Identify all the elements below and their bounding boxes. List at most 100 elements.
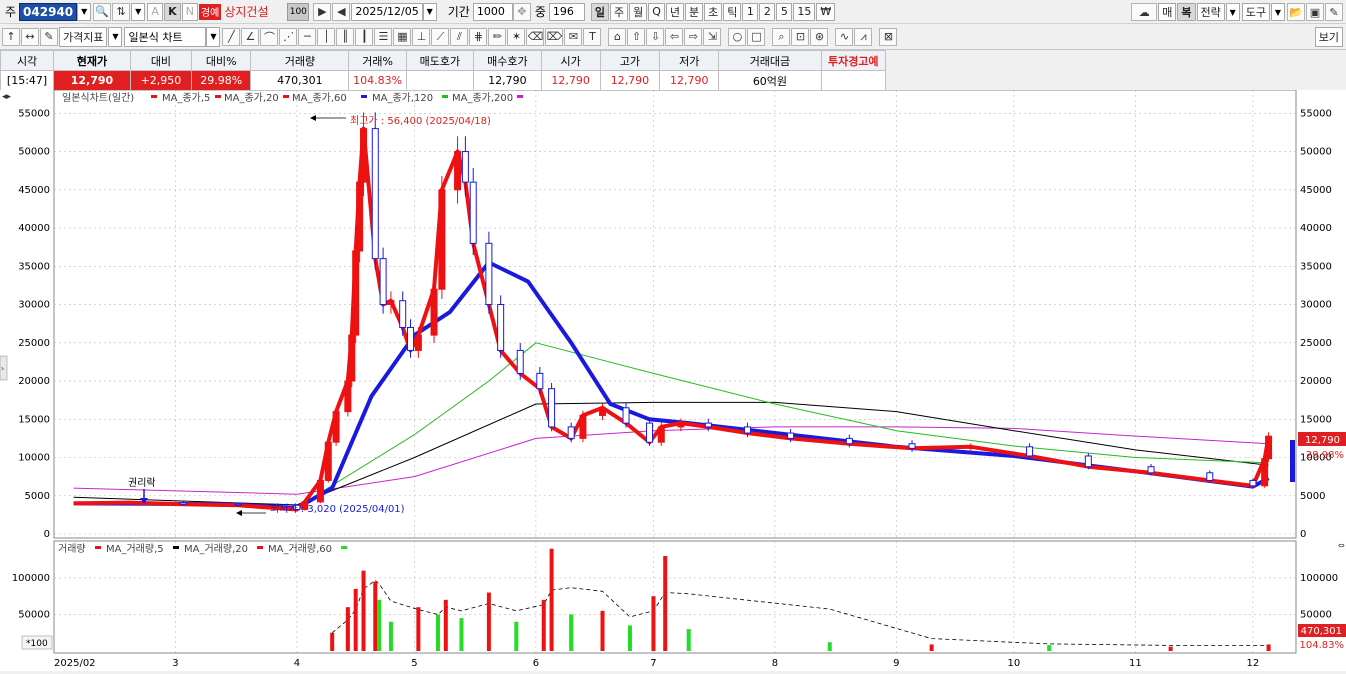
chart-area[interactable]: 55000 50000 45000 40000 35000 30000 25000 20000…	[0, 89, 1346, 671]
channel-tool-icon[interactable]: ⫽	[450, 27, 469, 46]
stock-chart[interactable]: 5500050000450004000035000300002500020000…	[0, 89, 1346, 671]
mid-input[interactable]: 196	[548, 2, 585, 21]
play-icon[interactable]: ▶	[313, 2, 332, 21]
mountain-icon[interactable]: ⩘	[854, 27, 873, 46]
sort-dropdown[interactable]: ▼	[131, 2, 146, 21]
indicator-dropdown[interactable]: ▼	[108, 26, 123, 47]
grid-tool-icon[interactable]: ▦	[393, 27, 412, 46]
strategy-button[interactable]: 전략	[1196, 3, 1225, 21]
buy-button[interactable]: 매	[1158, 3, 1177, 21]
pan-arrows-icon[interactable]: ◂▸	[2, 92, 12, 102]
save-icon[interactable]: ▣	[1306, 3, 1324, 21]
date-tick-label: 7	[650, 658, 656, 669]
tf-2-button[interactable]: 2	[759, 2, 776, 21]
arrow-left-icon[interactable]: ⇦	[665, 27, 684, 46]
date-input[interactable]: 2025/12/05	[351, 2, 423, 21]
left-scroll-icon[interactable]: ›	[1, 364, 4, 373]
zoom-icon[interactable]: ⌕	[772, 27, 791, 46]
arrow-up-icon[interactable]: ⇧	[627, 27, 646, 46]
candle-body	[497, 304, 505, 351]
wave-icon[interactable]: ∿	[835, 27, 854, 46]
hline-tool-icon[interactable]: ─	[298, 27, 317, 46]
price-tick-label: 35000	[1300, 261, 1332, 272]
chart-type-dropdown[interactable]: ▼	[206, 26, 221, 47]
chart-type-select[interactable]: 일본식 차트	[124, 26, 207, 47]
expand-icon[interactable]: ↔	[21, 27, 39, 46]
candle-body	[179, 502, 187, 505]
wrench-icon[interactable]: ✎	[1325, 3, 1343, 21]
panel-expand-icon[interactable]: ⇔	[1338, 541, 1345, 550]
volume-bar	[459, 618, 464, 651]
candle-body	[622, 407, 630, 424]
eraser-icon[interactable]: ⌫	[526, 27, 545, 46]
rect-tool-icon[interactable]: □	[747, 27, 766, 46]
cloud-icon[interactable]: ☁	[1131, 3, 1158, 21]
trend-tool-icon[interactable]: ⟋	[431, 27, 450, 46]
stock-code-input[interactable]: 042940	[19, 2, 78, 21]
tf-week-button[interactable]: 주	[610, 2, 629, 21]
tf-15-button[interactable]: 15	[793, 2, 816, 21]
search-icon[interactable]: 🔍	[93, 2, 112, 21]
up-arrow-icon[interactable]: ↑	[2, 27, 20, 46]
arrow-right-icon[interactable]: ⇨	[684, 27, 703, 46]
gann-tool-icon[interactable]: ⊥	[412, 27, 431, 46]
home-icon[interactable]: ⌂	[608, 27, 627, 46]
sort-icon[interactable]: ⇅	[112, 2, 131, 21]
fibo-time-icon[interactable]: ┃	[355, 27, 374, 46]
date-tick-label: 11	[1129, 658, 1142, 669]
edit-icon[interactable]: ✎	[40, 27, 58, 46]
parallel-tool-icon[interactable]: ⋕	[469, 27, 488, 46]
period-input[interactable]: 1000	[472, 2, 513, 21]
restore-button[interactable]: 복	[1177, 3, 1196, 21]
tf-day-button[interactable]: 일	[590, 2, 609, 21]
fibo-retrace-icon[interactable]: ☰	[374, 27, 393, 46]
crosshair-icon[interactable]: ✥	[512, 2, 531, 21]
a-button[interactable]: A	[147, 2, 164, 21]
tf-1-button[interactable]: 1	[742, 2, 759, 21]
target-icon[interactable]: ⊛	[810, 27, 829, 46]
tf-tick-button[interactable]: 틱	[723, 2, 742, 21]
eraser-all-icon[interactable]: ⌦	[545, 27, 564, 46]
pencil-icon[interactable]: ✏	[488, 27, 507, 46]
price-tick-label: 55000	[18, 108, 50, 119]
tools-button[interactable]: 도구	[1241, 3, 1270, 21]
current-price-tag: 12,790	[1305, 435, 1340, 446]
magic-icon[interactable]: ✶	[507, 27, 526, 46]
tf-month-button[interactable]: 월	[629, 2, 648, 21]
export-icon[interactable]: ⇲	[703, 27, 722, 46]
strategy-dropdown[interactable]: ▼	[1225, 3, 1240, 21]
arc-tool-icon[interactable]: ⌒	[260, 27, 279, 46]
cycle-tool-icon[interactable]: ║	[336, 27, 355, 46]
text-icon[interactable]: T	[583, 27, 602, 46]
tf-minute-button[interactable]: 분	[685, 2, 704, 21]
tools-dropdown[interactable]: ▼	[1271, 3, 1285, 21]
line-tool-icon[interactable]: ╱	[222, 27, 241, 46]
tf-5-button[interactable]: 5	[776, 2, 793, 21]
date-dropdown[interactable]: ▼	[422, 2, 437, 21]
tf-quarter-button[interactable]: Q	[648, 2, 665, 21]
currency-icon[interactable]: ₩	[816, 2, 836, 21]
settings-grid-icon[interactable]: ⊠	[879, 27, 898, 46]
indicator-button[interactable]: 가격지표	[59, 26, 108, 47]
fit-icon[interactable]: ⊡	[791, 27, 810, 46]
tf-year-button[interactable]: 년	[665, 2, 685, 21]
circle-tool-icon[interactable]: ○	[728, 27, 747, 46]
back-icon[interactable]: ◀	[332, 2, 351, 21]
view-button[interactable]: 보기	[1314, 27, 1343, 47]
angle-tool-icon[interactable]: ∠	[241, 27, 260, 46]
date-tick-label: 12	[1247, 658, 1260, 669]
tf-second-button[interactable]: 초	[704, 2, 723, 21]
stock-code-dropdown[interactable]: ▼	[77, 2, 92, 21]
quote-header-cell: 현재가	[53, 50, 131, 71]
folder-icon[interactable]: 📂	[1287, 3, 1305, 21]
note-icon[interactable]: ✉	[564, 27, 583, 46]
n-button[interactable]: N	[181, 2, 198, 21]
candle-body	[1147, 466, 1155, 474]
vline-tool-icon[interactable]: │	[317, 27, 336, 46]
k-button[interactable]: K	[164, 2, 181, 21]
fan-tool-icon[interactable]: ⋰	[279, 27, 298, 46]
high-label: 최고가 : 56,400 (2025/04/18)	[350, 115, 491, 127]
rights-label: 권리락	[128, 477, 156, 489]
arrow-down-icon[interactable]: ⇩	[646, 27, 665, 46]
volume-bar	[373, 581, 378, 651]
